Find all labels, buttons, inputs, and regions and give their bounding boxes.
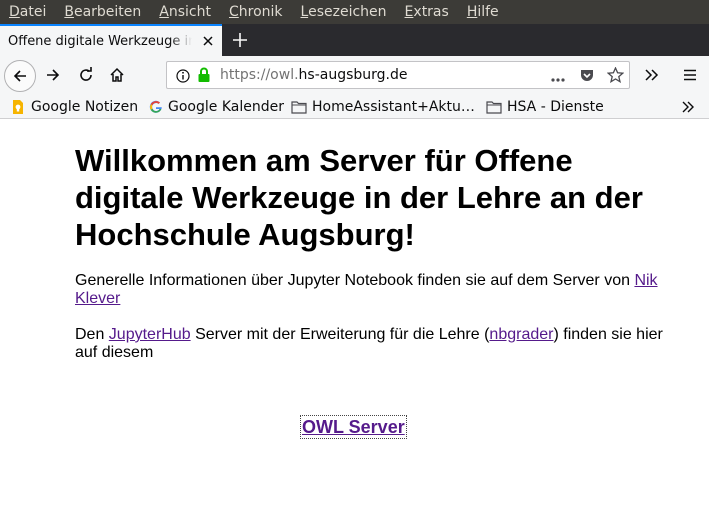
- google-keep-icon: [13, 100, 23, 114]
- new-tab-button[interactable]: [222, 24, 258, 56]
- forward-button[interactable]: [38, 60, 68, 90]
- menu-ansicht[interactable]: Ansicht: [150, 0, 220, 24]
- page-actions-icon[interactable]: [550, 70, 566, 89]
- close-icon[interactable]: [200, 33, 216, 49]
- google-icon: [149, 100, 162, 113]
- forward-arrow-icon: [47, 69, 60, 81]
- info-icon[interactable]: [176, 68, 190, 87]
- jupyterhub-link[interactable]: JupyterHub: [109, 326, 191, 343]
- pocket-icon[interactable]: [579, 67, 595, 87]
- nbgrader-link[interactable]: nbgrader: [489, 326, 553, 343]
- back-arrow-icon: [13, 70, 26, 82]
- bookmarks-overflow-button[interactable]: [681, 97, 700, 117]
- folder-icon: [486, 101, 502, 114]
- reload-icon: [80, 67, 92, 81]
- home-button[interactable]: [102, 60, 132, 90]
- double-chevron-right-icon: [682, 101, 694, 113]
- back-button[interactable]: [4, 60, 36, 92]
- bookmark-folder-homeassistant[interactable]: HomeAssistant+Aktu…: [291, 97, 475, 117]
- overflow-chevron-button[interactable]: [636, 60, 666, 90]
- reload-button[interactable]: [71, 60, 101, 90]
- nav-toolbar: https://owl.hs-augsburg.de: [0, 56, 709, 94]
- menu-button[interactable]: [675, 60, 705, 90]
- double-chevron-right-icon: [645, 69, 659, 81]
- bookmark-google-kalender[interactable]: Google Kalender: [149, 97, 284, 117]
- menu-datei[interactable]: Datei: [0, 0, 55, 24]
- intro-paragraph: Generelle Informationen über Jupyter Not…: [75, 272, 658, 307]
- menu-extras[interactable]: Extras: [396, 0, 458, 24]
- folder-icon: [291, 101, 307, 114]
- page-title: Willkommen am Server für Offene digitale…: [75, 143, 643, 252]
- bookmark-star-icon[interactable]: [606, 66, 625, 87]
- menu-bearbeiten[interactable]: Bearbeiten: [55, 0, 150, 24]
- plus-icon: [233, 33, 247, 47]
- tab-active[interactable]: Offene digitale Werkzeuge in der Lehre a…: [0, 24, 222, 56]
- tab-strip: Offene digitale Werkzeuge in der Lehre a…: [0, 24, 709, 56]
- bookmarks-toolbar: Google Notizen Google Kalender HomeAssis…: [0, 94, 709, 119]
- url-text[interactable]: https://owl.hs-augsburg.de: [220, 67, 408, 83]
- home-icon: [110, 67, 124, 82]
- menu-hilfe[interactable]: Hilfe: [458, 0, 508, 24]
- owl-server-link[interactable]: OWL Server: [300, 415, 407, 439]
- lock-icon[interactable]: [197, 67, 211, 87]
- menu-bar: Datei Bearbeiten Ansicht Chronik Lesezei…: [0, 0, 709, 24]
- menu-lesezeichen[interactable]: Lesezeichen: [292, 0, 396, 24]
- tab-title: Offene digitale Werkzeuge in der Lehre a…: [8, 33, 192, 49]
- menu-chronik[interactable]: Chronik: [220, 0, 292, 24]
- bookmark-google-notizen[interactable]: Google Notizen: [10, 97, 138, 117]
- jupyterhub-paragraph: Den JupyterHub Server mit der Erweiterun…: [75, 326, 663, 361]
- url-bar[interactable]: https://owl.hs-augsburg.de: [166, 61, 630, 89]
- hamburger-icon: [684, 69, 696, 81]
- bookmark-folder-hsa-dienste[interactable]: HSA - Dienste: [486, 97, 604, 117]
